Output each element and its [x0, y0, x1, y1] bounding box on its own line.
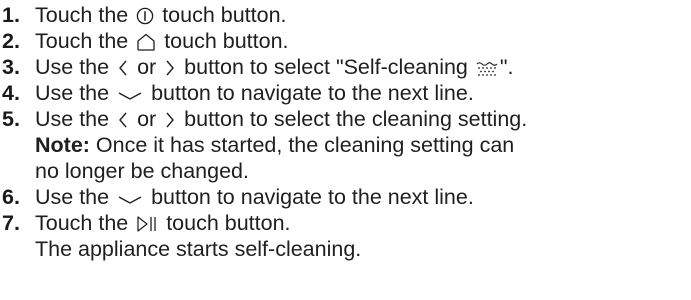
- chevron-right-icon: [164, 59, 176, 77]
- step-4: 4. Use the button to navigate to the nex…: [2, 80, 691, 106]
- step-text: or: [137, 107, 157, 131]
- step-text: touch button.: [164, 29, 289, 53]
- step-text: Touch the: [35, 3, 129, 27]
- step-text: Use the: [35, 185, 110, 209]
- step-number: 6.: [2, 185, 20, 209]
- step-number: 4.: [2, 81, 20, 105]
- chevron-right-icon: [164, 111, 176, 129]
- result-text: The appliance starts self-cleaning.: [35, 237, 362, 261]
- step-number: 3.: [2, 55, 20, 79]
- step-1: 1. Touch the touch button.: [2, 2, 691, 28]
- step-2: 2. Touch the touch button.: [2, 28, 691, 54]
- note-text: Once it has started, the cleaning settin…: [95, 133, 515, 157]
- chevron-down-icon: [117, 89, 143, 103]
- chevron-left-icon: [117, 59, 129, 77]
- step-5: 5. Use the or button to select the clean…: [2, 106, 691, 132]
- instruction-steps: 1. Touch the touch button. 2. Touch the …: [0, 0, 691, 262]
- chevron-down-icon: [117, 193, 143, 207]
- step-number: 1.: [2, 3, 20, 27]
- step-text: button to navigate to the next line.: [151, 185, 474, 209]
- home-icon: [136, 33, 156, 51]
- step-7-result: The appliance starts self-cleaning.: [2, 236, 691, 262]
- self-cleaning-icon: [476, 61, 498, 77]
- step-text: button to select "Self-cleaning: [184, 55, 468, 79]
- step-5-note-continued: no longer be changed.: [2, 158, 691, 184]
- step-3: 3. Use the or button to select "Self-cle…: [2, 54, 691, 80]
- step-text: touch button.: [162, 3, 287, 27]
- step-text: ".: [499, 55, 514, 79]
- step-7: 7. Touch the touch button.: [2, 210, 691, 236]
- step-text: button to select the cleaning setting.: [184, 107, 528, 131]
- step-number: 5.: [2, 107, 20, 131]
- play-pause-icon: [136, 215, 158, 233]
- step-text: button to navigate to the next line.: [151, 81, 474, 105]
- note-label: Note:: [35, 133, 90, 157]
- step-text: Use the: [35, 107, 110, 131]
- step-text: touch button.: [166, 211, 291, 235]
- step-text: Use the: [35, 81, 110, 105]
- power-icon: [136, 7, 154, 25]
- note-text: no longer be changed.: [35, 159, 249, 183]
- chevron-left-icon: [117, 111, 129, 129]
- step-text: Use the: [35, 55, 110, 79]
- step-number: 7.: [2, 211, 20, 235]
- step-text: or: [137, 55, 157, 79]
- step-text: Touch the: [35, 29, 129, 53]
- step-number: 2.: [2, 29, 20, 53]
- step-5-note: Note: Once it has started, the cleaning …: [2, 132, 691, 158]
- step-text: Touch the: [35, 211, 129, 235]
- step-6: 6. Use the button to navigate to the nex…: [2, 184, 691, 210]
